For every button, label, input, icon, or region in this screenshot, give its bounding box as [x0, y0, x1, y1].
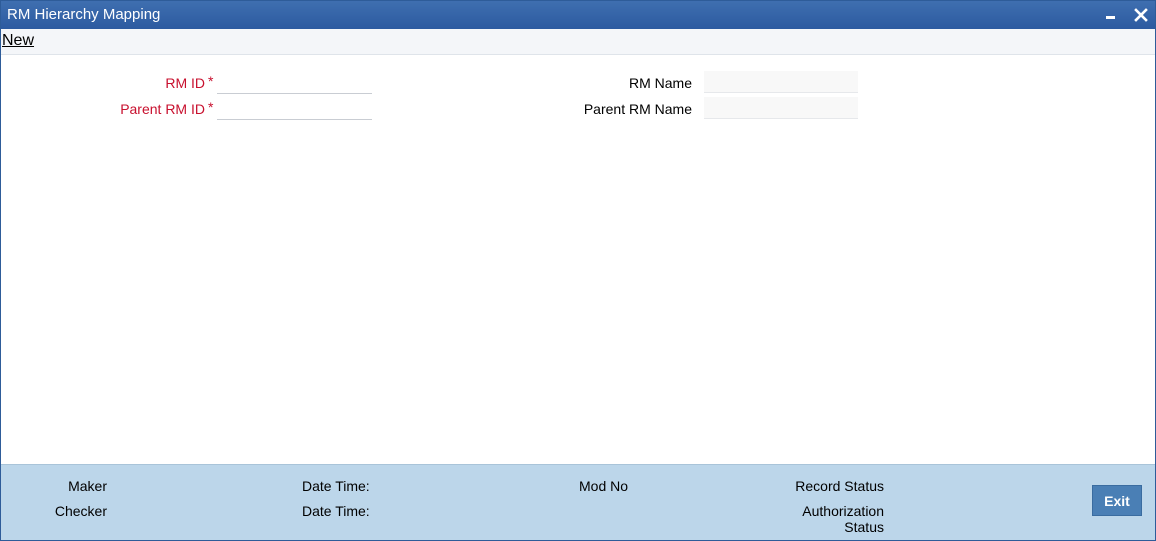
- close-icon[interactable]: [1131, 5, 1151, 25]
- new-link[interactable]: New: [2, 32, 34, 50]
- rm-id-input[interactable]: [217, 72, 372, 94]
- checker-label: Checker: [54, 503, 107, 519]
- record-status-label: Record Status: [795, 478, 884, 494]
- rm-name-field[interactable]: [704, 71, 858, 93]
- maker-label: Maker: [68, 478, 107, 494]
- authorization-status-label: Status: [844, 519, 884, 535]
- exit-button[interactable]: Exit: [1092, 485, 1142, 516]
- mod-no-label: Mod No: [579, 478, 629, 494]
- rm-id-required-marker: *: [208, 73, 214, 89]
- maker-datetime-label: Date Time:: [302, 478, 370, 494]
- audit-footer: Maker Checker Date Time: Date Time: Mod …: [1, 464, 1155, 540]
- rm-hierarchy-mapping-window: RM Hierarchy Mapping New RM ID * Parent …: [0, 0, 1156, 541]
- checker-datetime-label: Date Time:: [302, 503, 370, 519]
- parent-rm-id-input[interactable]: [217, 98, 372, 120]
- parent-rm-id-required-marker: *: [208, 99, 214, 115]
- title-bar: RM Hierarchy Mapping: [1, 1, 1155, 29]
- rm-name-label: RM Name: [628, 75, 692, 91]
- minimize-icon[interactable]: [1100, 5, 1120, 25]
- toolbar: New: [1, 29, 1155, 55]
- parent-rm-name-field[interactable]: [704, 97, 858, 119]
- rm-id-label: RM ID: [165, 75, 205, 91]
- authorization-label: Authorization: [802, 503, 884, 519]
- window-title: RM Hierarchy Mapping: [7, 6, 161, 23]
- parent-rm-name-label: Parent RM Name: [583, 101, 692, 117]
- parent-rm-id-label: Parent RM ID: [120, 101, 205, 117]
